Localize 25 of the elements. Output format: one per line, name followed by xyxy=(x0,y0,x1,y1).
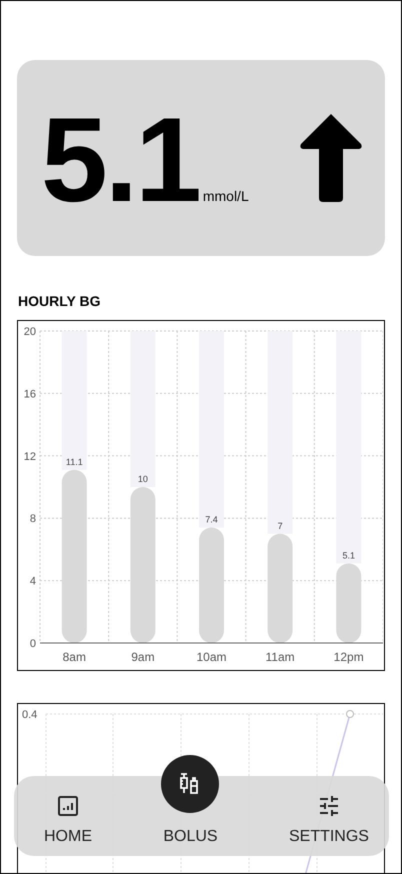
axis-tick-label: 9am xyxy=(131,650,155,664)
axis-tick-label: 16 xyxy=(24,388,36,400)
axis-tick-label: 12 xyxy=(24,450,36,463)
nav-tab[interactable]: SETTINGS xyxy=(288,776,369,856)
axis-tick-label: 20 xyxy=(24,326,36,338)
bar-chart-icon xyxy=(56,794,80,818)
axis-tick-label: 8 xyxy=(30,513,36,526)
axis-tick-label: 11am xyxy=(266,650,295,664)
axis-tick-label: 4 xyxy=(30,576,36,588)
axis-tick-label: 0.4 xyxy=(22,709,38,721)
nav-tab[interactable]: HOME xyxy=(44,776,92,856)
glucose-value: 5.1 xyxy=(41,100,199,220)
value-label: 7.4 xyxy=(205,514,218,525)
nav-label[interactable]: BOLUS xyxy=(163,828,218,846)
axis-tick-label: 0 xyxy=(30,638,36,650)
axis-tick-label: 10am xyxy=(196,650,227,664)
value-label: 11.1 xyxy=(66,456,83,467)
value-label: 5.1 xyxy=(342,550,355,560)
axis-tick-label: 8am xyxy=(62,650,86,664)
unit-label: mmol/L xyxy=(202,188,249,204)
section-title: HOURLY BG xyxy=(18,293,102,309)
up-arrow-icon xyxy=(299,114,363,202)
value-label: 10 xyxy=(138,474,148,484)
value-label: 7 xyxy=(278,520,283,531)
axis-tick-label: 12pm xyxy=(334,650,364,664)
